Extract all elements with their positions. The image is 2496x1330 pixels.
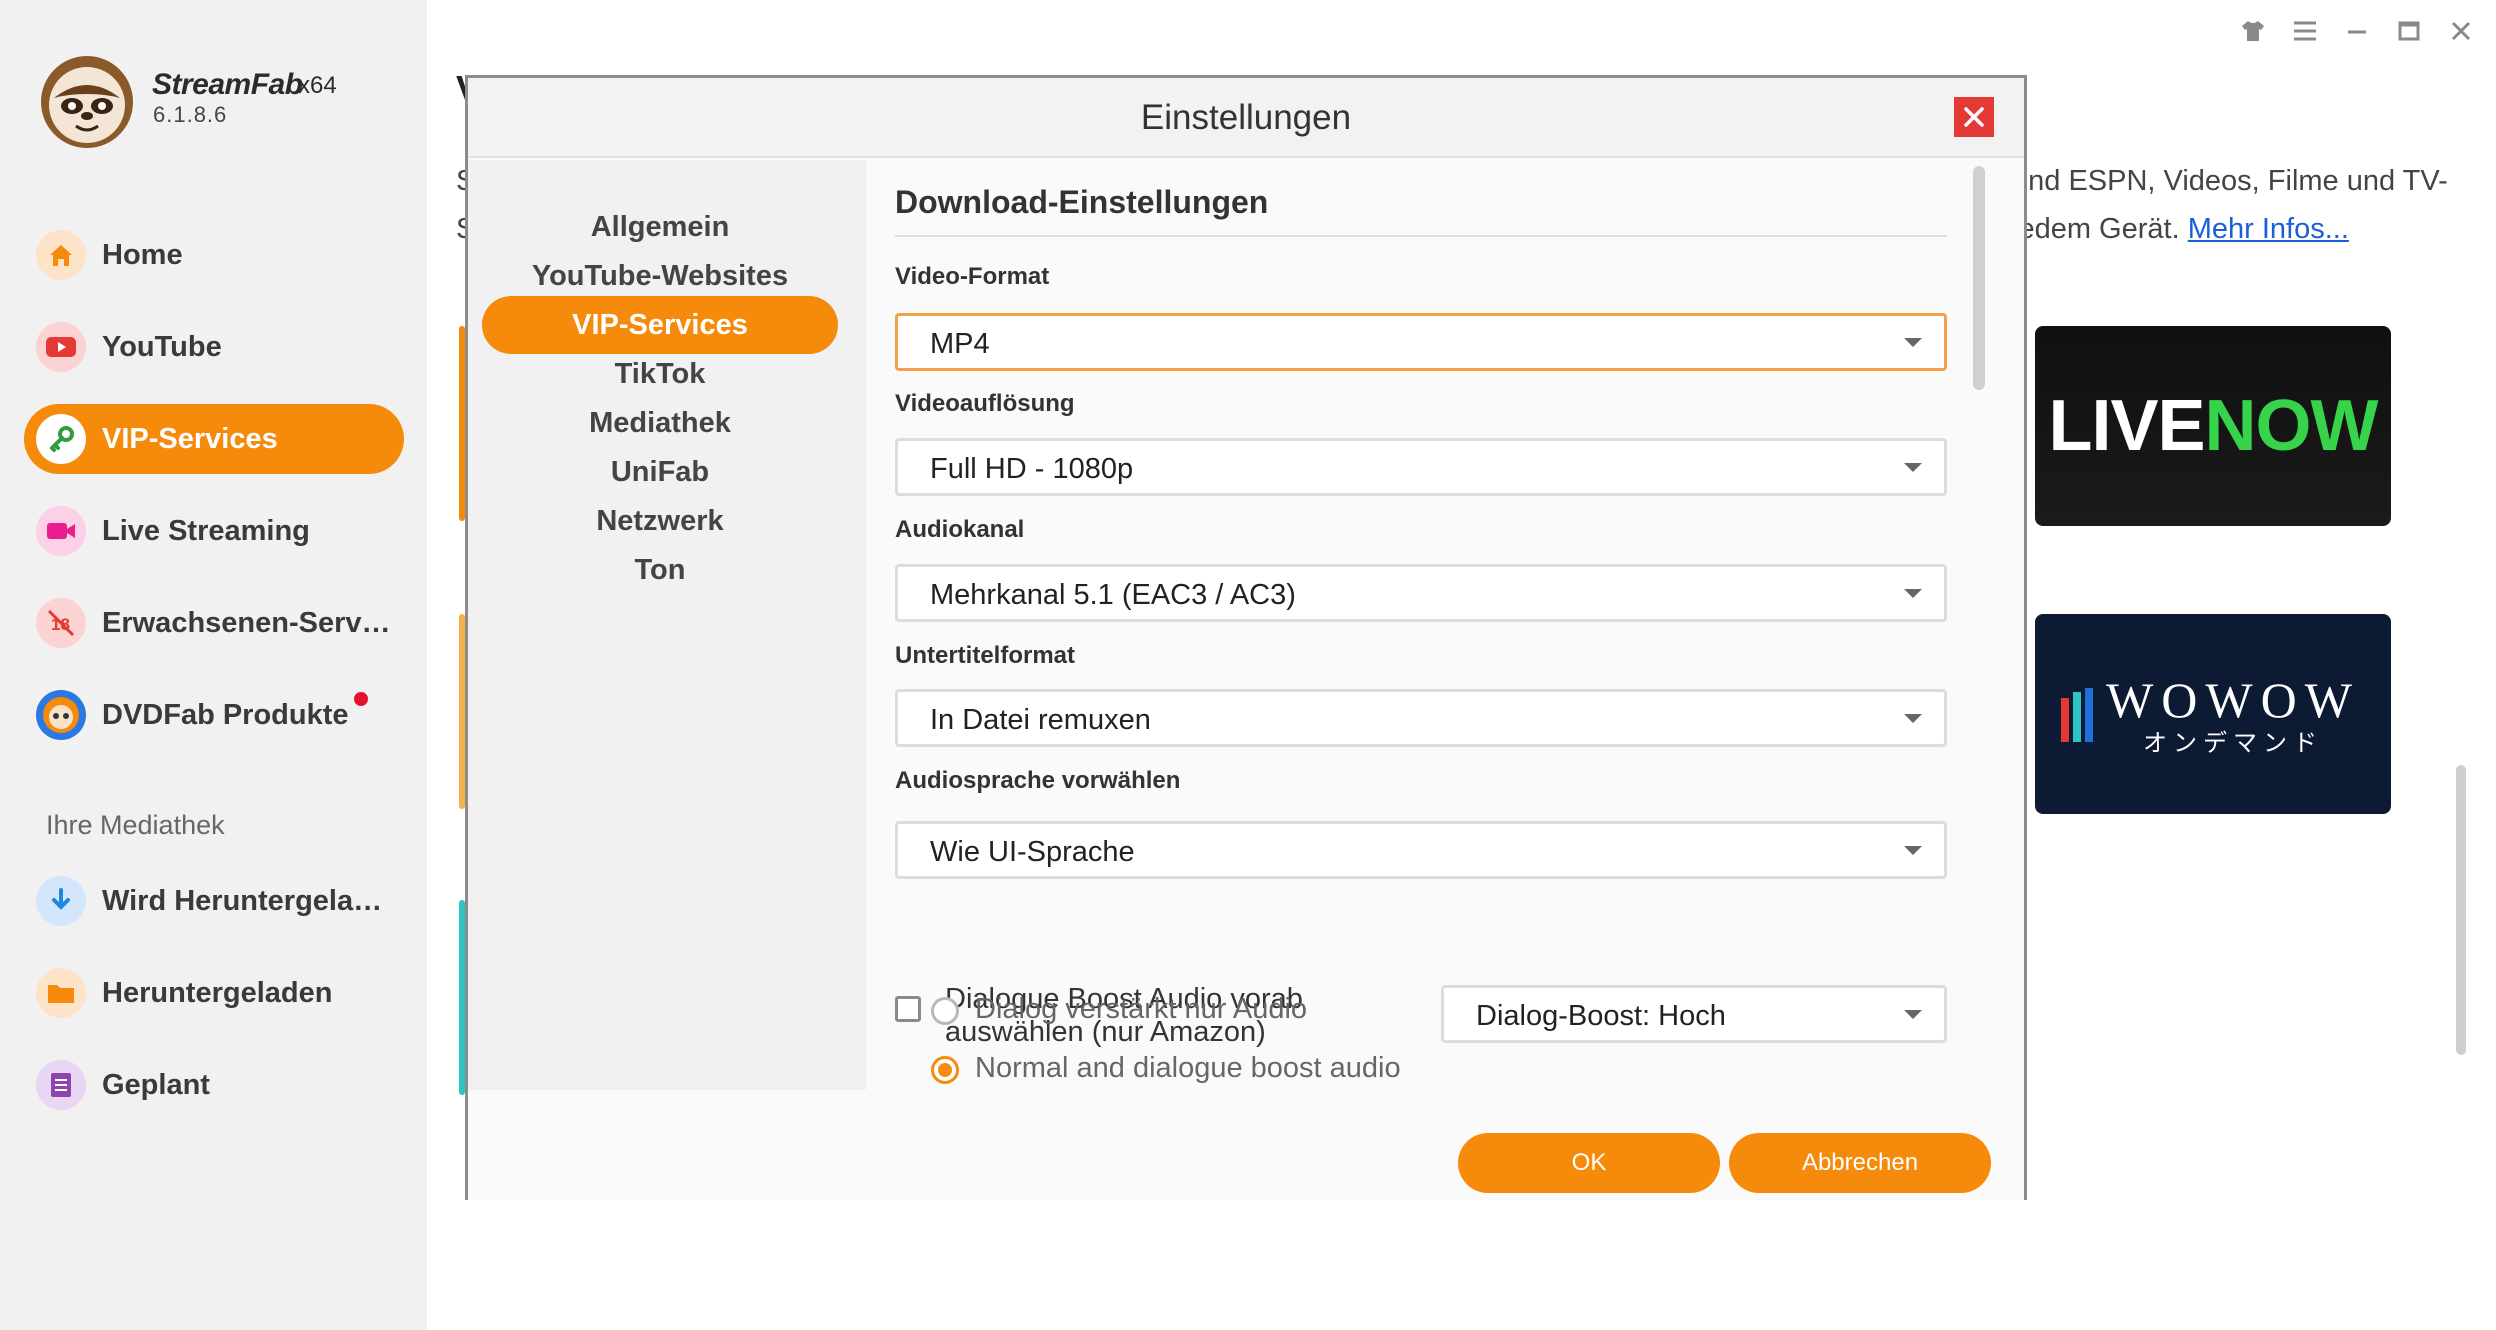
resolution-select[interactable]: Full HD - 1080p [895, 438, 1947, 496]
main-scrollbar[interactable] [2456, 765, 2466, 1055]
chevron-down-icon [1904, 714, 1922, 723]
sidebar-item-youtube[interactable]: YouTube [24, 312, 404, 382]
intro-text-line: und ESPN, Videos, Filme und TV- [2012, 165, 2448, 197]
settings-nav: Allgemein YouTube-Websites VIP-Services … [468, 160, 866, 1090]
settings-scrollbar[interactable] [1973, 166, 1985, 390]
notification-dot [354, 692, 368, 706]
sidebar-item-live-streaming[interactable]: Live Streaming [24, 496, 404, 566]
audio-language-label: Audiosprache vorwählen [895, 767, 1181, 794]
folder-icon [36, 968, 86, 1018]
sidebar-item-label: Geplant [102, 1068, 210, 1101]
youtube-icon [36, 322, 86, 372]
subtitle-format-label: Untertitelformat [895, 642, 1076, 669]
resolution-label: Videoauflösung [895, 390, 1075, 417]
intro-text: jedem Gerät. [2012, 213, 2180, 245]
radio-normal-and-boost-label: Normal and dialogue boost audio [975, 1052, 1401, 1083]
home-icon [36, 230, 86, 280]
close-window-icon[interactable] [2446, 16, 2476, 46]
subtitle-format-select[interactable]: In Datei remuxen [895, 689, 1947, 747]
sidebar-item-label: Live Streaming [102, 514, 310, 547]
streamfab-logo [41, 56, 133, 148]
audio-channel-label: Audiokanal [895, 516, 1025, 543]
select-value: Mehrkanal 5.1 (EAC3 / AC3) [930, 579, 1296, 611]
select-value: Wie UI-Sprache [930, 836, 1135, 868]
wowow-mark-icon [2061, 688, 2093, 742]
sidebar-item-home[interactable]: Home [24, 220, 404, 290]
select-value: Full HD - 1080p [930, 453, 1134, 485]
brand-name: StreamFab [152, 68, 303, 101]
adult-block-icon: 18 [36, 598, 86, 648]
sidebar-item-adult-services[interactable]: 18 Erwachsenen-Serv… [24, 588, 404, 658]
sidebar-item-scheduled[interactable]: Geplant [24, 1050, 404, 1120]
window-controls [2238, 16, 2476, 46]
chevron-down-icon [1904, 463, 1922, 472]
sidebar-item-label: VIP-Services [102, 422, 278, 455]
service-card-livenow[interactable]: LIVENOW [2035, 326, 2391, 526]
video-format-select[interactable]: MP4 [895, 313, 1947, 371]
dialog-header: Einstellungen [468, 78, 2024, 158]
close-icon [1964, 107, 1984, 127]
livenow-logo: LIVENOW [2048, 385, 2379, 467]
ok-button[interactable]: OK [1458, 1133, 1720, 1193]
sidebar-item-label: Home [102, 238, 183, 271]
dvdfab-icon [36, 690, 86, 740]
sidebar-item-label: Erwachsenen-Serv… [102, 606, 391, 639]
chevron-down-icon [1904, 846, 1922, 855]
settings-content: Download-Einstellungen Video-Format MP4 … [866, 160, 2006, 1090]
dialogue-boost-select[interactable]: Dialog-Boost: Hoch [1441, 985, 1947, 1043]
sidebar: StreamFab x64 6.1.8.6 Home YouTube VIP-S… [0, 0, 427, 1330]
livenow-logo-part: LIVE [2048, 386, 2206, 466]
livenow-logo-accent: NOW [2204, 386, 2379, 466]
dialog-close-button[interactable] [1954, 97, 1994, 137]
video-format-label: Video-Format [895, 263, 1050, 290]
settings-tab-sound[interactable]: Ton [482, 541, 838, 599]
radio-dialog-only-label: Dialog verstärkt nur Audio [975, 993, 1308, 1025]
select-value: MP4 [930, 328, 990, 360]
chevron-down-icon [1904, 589, 1922, 598]
settings-dialog: Einstellungen Allgemein YouTube-Websites… [465, 75, 2027, 1200]
select-value: In Datei remuxen [930, 704, 1151, 736]
dialog-footer: OK Abbrechen [468, 1090, 2024, 1200]
sidebar-item-downloading[interactable]: Wird Heruntergela… [24, 866, 404, 936]
radio-dialog-only[interactable] [931, 997, 959, 1025]
skin-icon[interactable] [2238, 16, 2268, 46]
sidebar-item-vip-services[interactable]: VIP-Services [24, 404, 404, 474]
app-version: 6.1.8.6 [153, 102, 228, 127]
audio-language-select[interactable]: Wie UI-Sprache [895, 821, 1947, 879]
chevron-down-icon [1904, 1010, 1922, 1019]
radio-normal-and-boost[interactable] [931, 1056, 959, 1084]
wowow-logo: WOWOW [2106, 671, 2360, 728]
service-card-wowow[interactable]: WOWOW オンデマンド [2035, 614, 2391, 814]
download-icon [36, 876, 86, 926]
dialog-title: Einstellungen [1140, 98, 1352, 137]
key-icon [36, 414, 86, 464]
chevron-down-icon [1904, 338, 1922, 347]
more-info-link[interactable]: Mehr Infos... [2188, 213, 2349, 245]
intro-text-line: jedem Gerät. Mehr Infos... [2012, 213, 2349, 246]
sidebar-item-label: Heruntergeladen [102, 976, 333, 1009]
select-value: Dialog-Boost: Hoch [1476, 1000, 1726, 1032]
sidebar-item-dvdfab-products[interactable]: DVDFab Produkte [24, 680, 404, 750]
minimize-icon[interactable] [2342, 16, 2372, 46]
sidebar-item-label: YouTube [102, 330, 222, 363]
maximize-icon[interactable] [2394, 16, 2424, 46]
brand-arch: x64 [298, 72, 337, 99]
audio-channel-select[interactable]: Mehrkanal 5.1 (EAC3 / AC3) [895, 564, 1947, 622]
divider [895, 235, 1947, 237]
app-logo-area: StreamFab x64 6.1.8.6 [36, 50, 396, 160]
dialogue-boost-checkbox[interactable] [895, 996, 921, 1022]
sidebar-item-label: DVDFab Produkte [102, 698, 349, 731]
camera-icon [36, 506, 86, 556]
schedule-icon [36, 1060, 86, 1110]
section-title: Download-Einstellungen [895, 184, 1269, 220]
sidebar-item-label: Wird Heruntergela… [102, 884, 383, 917]
library-section-title: Ihre Mediathek [46, 810, 225, 840]
menu-icon[interactable] [2290, 16, 2320, 46]
cancel-button[interactable]: Abbrechen [1729, 1133, 1991, 1193]
wowow-logo-sub: オンデマンド [2143, 729, 2323, 757]
sidebar-item-downloaded[interactable]: Heruntergeladen [24, 958, 404, 1028]
